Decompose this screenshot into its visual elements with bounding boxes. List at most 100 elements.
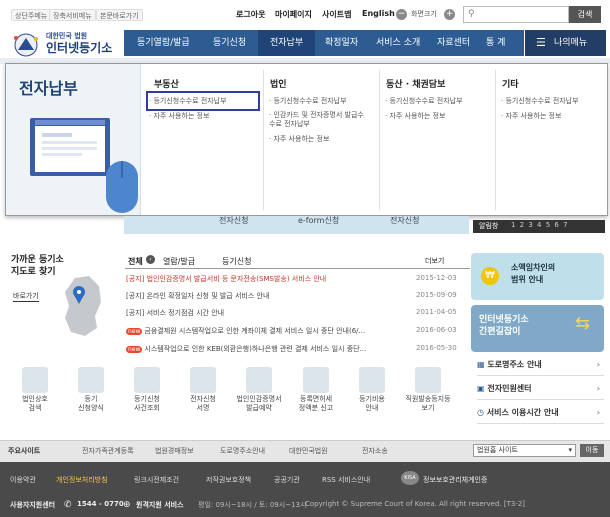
notice-date: 2011-04-05 xyxy=(416,308,457,316)
hamburger-icon: ☰ xyxy=(536,36,546,49)
strip-e-registration-2[interactable]: 전자신청 xyxy=(390,215,419,226)
notice-row[interactable]: new 시스템작업으로 인한 KEB(외환은행)하나은행 관련 결제 서비스 일시… xyxy=(126,344,471,358)
skip-link-side[interactable]: 장축서비메뉴 xyxy=(49,9,96,21)
nav-view-issue[interactable]: 등기열람/발급 xyxy=(137,30,190,56)
menu-corp-fee-payment[interactable]: 등기신청수수료 전자납부 xyxy=(269,97,346,106)
notice-row[interactable]: [공지] 서비스 정기점검 시간 안내 2011-04-05 xyxy=(126,308,471,322)
column-divider xyxy=(379,70,380,210)
nav-registration[interactable]: 등기신청 xyxy=(213,30,246,56)
my-menu-button[interactable]: ☰ 나의메뉴 xyxy=(525,30,606,56)
chevron-right-icon: › xyxy=(596,360,600,369)
quick-label: 법인상호 검색 xyxy=(22,395,48,412)
logout-link[interactable]: 로그아웃 xyxy=(236,9,265,20)
menu-realestate-faq[interactable]: 자주 사용하는 정보 xyxy=(149,112,209,121)
skip-link-content[interactable]: 본문바로가기 xyxy=(96,9,143,21)
road-address-label: 도로명주소 안내 xyxy=(487,360,542,369)
pen-icon xyxy=(190,367,216,393)
chevron-right-icon: › xyxy=(596,408,600,417)
notice-row[interactable]: new 금융결제원 시스템작업으로 인한 계좌이체 결제 서비스 일시 중단 안내… xyxy=(126,326,471,340)
related-link-e-litigation[interactable]: 전자소송 xyxy=(362,446,388,456)
mega-col-head-corporation: 법인 xyxy=(270,80,287,90)
quick-mailing-view[interactable]: 직원발송등지등 보기 xyxy=(402,367,454,413)
remote-icon: ⊕ xyxy=(123,500,131,510)
strip-eform[interactable]: e-form신청 xyxy=(298,215,339,226)
related-link-court[interactable]: 대한민국법원 xyxy=(289,446,328,456)
menu-corp-seal-fee-payment[interactable]: 인감카드 및 전자증명서 발급수수료 전자납부 xyxy=(269,111,367,129)
quick-tax-report[interactable]: 등록면허세 정액분 신고 xyxy=(296,367,336,413)
tab-all[interactable]: 전체 xyxy=(128,256,143,267)
notice-row[interactable]: [공지] 온라인 확정일자 신청 및 발급 서비스 안내 2015-09-09 xyxy=(126,291,471,305)
clock-icon: ◷ xyxy=(477,408,484,417)
notice-row[interactable]: [공지] 법인인감증명서 발급서비 등 문자전송(SMS발송) 서비스 안내 2… xyxy=(126,274,471,288)
court-emblem-icon xyxy=(14,33,38,57)
tab-view-issue[interactable]: 열람/발급 xyxy=(163,256,195,267)
footer-privacy[interactable]: 개인정보처리방침 xyxy=(56,475,108,485)
nav-service-intro[interactable]: 서비스 소개 xyxy=(376,30,420,56)
my-menu-label: 나의메뉴 xyxy=(554,38,588,48)
strip-e-registration[interactable]: 전자신청 xyxy=(219,215,248,226)
court-site-select[interactable]: 법원홈 사이트 ▾ xyxy=(473,444,576,457)
nav-fixed-date[interactable]: 확정일자 xyxy=(325,30,358,56)
menu-movables-fee-payment[interactable]: 등기신청수수료 전자납부 xyxy=(385,97,462,106)
tenant-range-banner[interactable]: 소액임차인의 범위 안내 ₩ xyxy=(471,253,604,300)
footer-copyright-policy[interactable]: 저작권보호정책 xyxy=(206,475,251,485)
quick-label: 등기 신청양식 xyxy=(78,395,104,412)
zoom-out-icon[interactable]: − xyxy=(396,9,407,20)
new-badge: new xyxy=(126,328,143,335)
quick-seal-reservation[interactable]: 법인인감증명서 발급예약 xyxy=(233,367,285,413)
support-hours: 평일: 09시~18시 / 토: 09시~13시 xyxy=(198,501,307,509)
related-link-auction[interactable]: 법원경매정보 xyxy=(155,446,194,456)
footer-rss[interactable]: RSS 서비스안내 xyxy=(322,475,370,485)
quick-registration-forms[interactable]: 등기 신청양식 xyxy=(71,367,111,413)
related-link-family[interactable]: 전자가족관계등록 xyxy=(82,446,134,456)
skip-link-menu[interactable]: 상단주메뉴 xyxy=(11,9,52,21)
search-input[interactable]: ⚲ xyxy=(463,6,569,23)
search-button[interactable]: 검색 xyxy=(569,6,601,23)
quick-label: 법인인감증명서 발급예약 xyxy=(236,395,282,412)
nav-statistics[interactable]: 통 계 xyxy=(486,30,505,56)
quick-corp-name-search[interactable]: 법인상호 검색 xyxy=(15,367,55,413)
kisa-logo-icon: KISA xyxy=(401,471,419,485)
go-button[interactable]: 이동 xyxy=(580,444,604,457)
support-center-label: 사용자지원센터 xyxy=(10,501,56,509)
highlight-box xyxy=(146,91,260,111)
civil-center-link[interactable]: ▣ 전자민원센터 › xyxy=(477,378,604,400)
quick-case-lookup[interactable]: 등기신청 사건조회 xyxy=(127,367,167,413)
notice-date: 2015-12-03 xyxy=(416,274,457,282)
korea-map-icon[interactable] xyxy=(55,272,115,342)
quick-cost-guide[interactable]: 등기비용 안내 xyxy=(352,367,392,413)
footer-public[interactable]: 공공기관 xyxy=(274,475,300,485)
road-address-link[interactable]: ▦ 도로명주소 안내 › xyxy=(477,354,604,376)
menu-movables-faq[interactable]: 자주 사용하는 정보 xyxy=(385,112,445,121)
branch-shortcut-link[interactable]: 바로가기 xyxy=(13,291,39,302)
quick-e-signature[interactable]: 전자신청 서명 xyxy=(183,367,223,413)
remote-support-link[interactable]: 원격지원 서비스 xyxy=(136,500,184,510)
zoom-in-icon[interactable]: + xyxy=(444,9,455,20)
mega-menu-title: 전자납부 xyxy=(19,79,78,98)
map-icon: ▦ xyxy=(477,360,485,369)
nav-resources[interactable]: 자료센터 xyxy=(437,30,470,56)
slider-pagination[interactable]: 1 2 3 4 5 6 7 xyxy=(511,221,569,229)
service-hours-link[interactable]: ◷ 서비스 이용시간 안내 › xyxy=(477,402,604,424)
menu-other-fee-payment[interactable]: 등기신청수수료 전자납부 xyxy=(501,97,578,106)
notice-more-link[interactable]: 더보기 xyxy=(425,256,444,266)
easy-guide-banner[interactable]: 인터넷등기소 간편길잡이 ⇆ xyxy=(471,305,604,352)
notice-title: 금융결제원 시스템작업으로 인한 계좌이체 결제 서비스 일시 중단 안내(6/… xyxy=(144,327,366,335)
signpost-icon: ⇆ xyxy=(575,313,591,334)
english-link[interactable]: English xyxy=(362,9,395,18)
footer-terms[interactable]: 이용약관 xyxy=(10,475,36,485)
sitemap-link[interactable]: 사이트맵 xyxy=(322,9,351,20)
quick-label: 전자신청 서명 xyxy=(190,395,216,412)
nav-epayment[interactable]: 전자납부 xyxy=(258,30,316,56)
branch-title-line1: 가까운 등기소 xyxy=(11,255,64,265)
footer-link-terms[interactable]: 링크시전제조건 xyxy=(134,475,179,485)
related-link-road-address[interactable]: 도로명주소안내 xyxy=(220,446,265,456)
menu-other-faq[interactable]: 자주 사용하는 정보 xyxy=(501,112,561,121)
tab-registration[interactable]: 등기신청 xyxy=(222,256,251,267)
mega-col-head-movables: 동산 · 채권담보 xyxy=(386,80,446,90)
related-sites-label: 주요사이트 xyxy=(8,447,41,455)
main-nav: 등기열람/발급 등기신청 전자납부 확정일자 서비스 소개 자료센터 통 계 xyxy=(124,30,524,56)
tenant-banner-text: 소액임차인의 범위 안내 xyxy=(511,263,556,284)
menu-corp-faq[interactable]: 자주 사용하는 정보 xyxy=(269,135,329,144)
mypage-link[interactable]: 마이페이지 xyxy=(275,9,312,20)
